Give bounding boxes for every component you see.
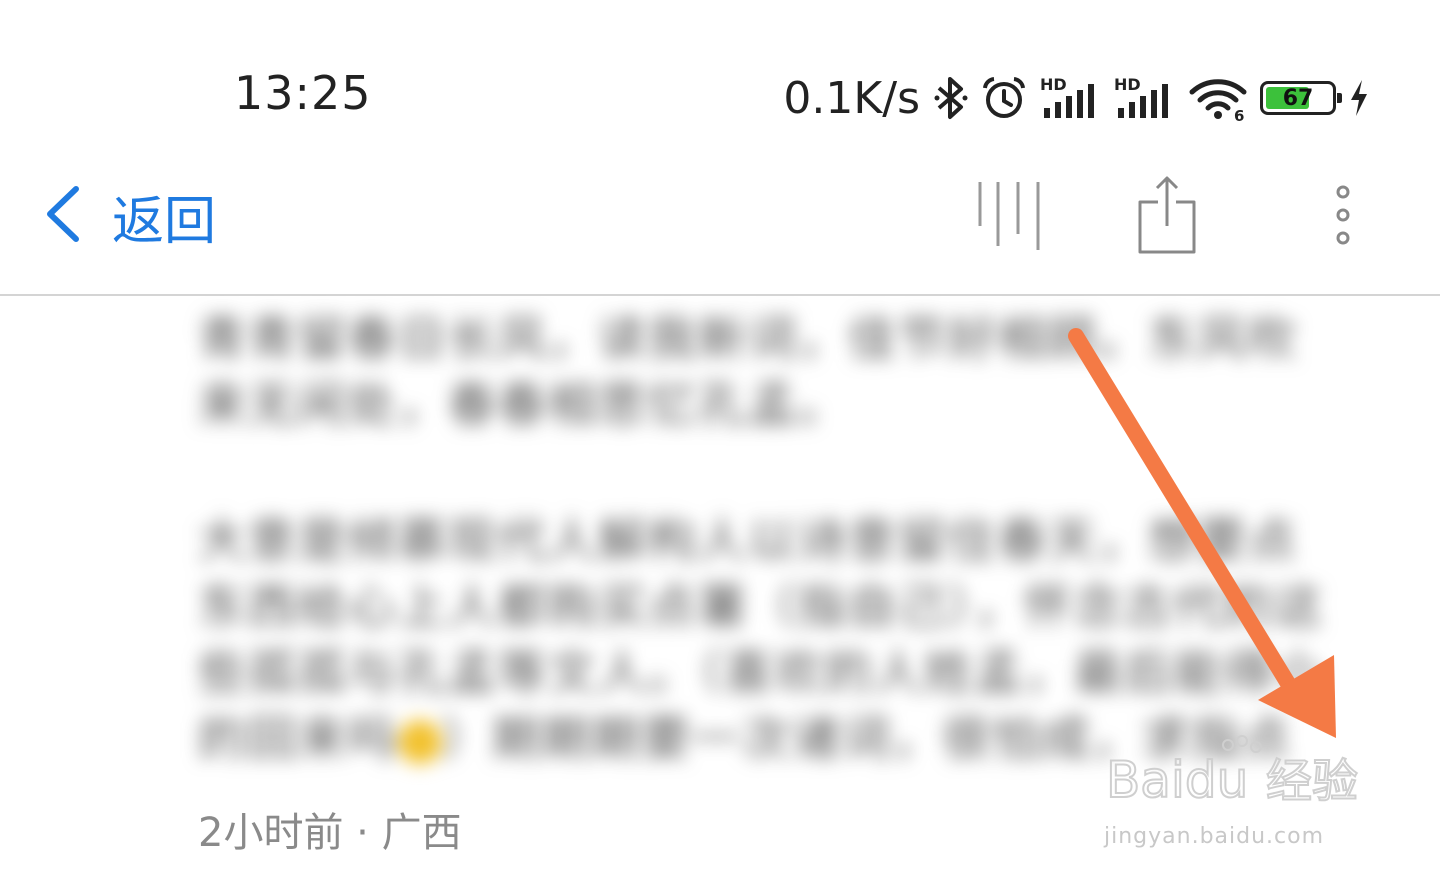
network-speed: 0.1K/s bbox=[783, 72, 920, 124]
signal-hd-icon: HD bbox=[1114, 74, 1176, 122]
share-icon[interactable] bbox=[1134, 172, 1200, 262]
signal-hd-label: HD bbox=[1114, 75, 1141, 94]
signal-hd-icon: HD bbox=[1040, 74, 1102, 122]
emoji-icon bbox=[398, 720, 443, 764]
post-paragraph: 青青留春日长风，读我新词，佳节好相顾。东风吹来无闲处，春春相思忆孔孟。 bbox=[198, 311, 1299, 433]
watermark-brand: Baidu bbox=[1106, 751, 1248, 809]
bluetooth-icon bbox=[934, 75, 968, 121]
back-button[interactable]: 返回 bbox=[42, 180, 216, 252]
battery-level: 67 bbox=[1282, 85, 1314, 111]
more-icon[interactable] bbox=[1328, 182, 1358, 252]
post-paragraph: 大意是倾慕现代人解构人以诗意留住春天，想要点东西给心上人都购买点薯（指自己），怀… bbox=[198, 508, 1328, 772]
chevron-left-icon bbox=[42, 185, 82, 247]
wifi-icon: 6 bbox=[1188, 74, 1248, 122]
battery-icon: 67 bbox=[1260, 81, 1342, 115]
back-label: 返回 bbox=[112, 191, 217, 252]
status-time: 13:25 bbox=[234, 66, 372, 120]
signal-hd-label: HD bbox=[1040, 75, 1067, 94]
watermark-url: jingyan.baidu.com bbox=[1104, 824, 1325, 849]
watermark-cn: 经验 bbox=[1266, 754, 1358, 808]
alarm-icon bbox=[980, 74, 1028, 122]
post-meta: 2小时前 · 广西 bbox=[198, 810, 462, 856]
charging-icon bbox=[1348, 78, 1370, 118]
font-size-icon[interactable] bbox=[976, 176, 1042, 256]
battery-tip bbox=[1337, 93, 1342, 103]
screen: 13:25 0.1K/s HD HD 6 67 返回 青青留春日长风，读我新词，… bbox=[0, 0, 1440, 887]
wifi-label: 6 bbox=[1234, 107, 1244, 122]
status-icons: 0.1K/s HD HD 6 67 bbox=[783, 66, 1370, 130]
